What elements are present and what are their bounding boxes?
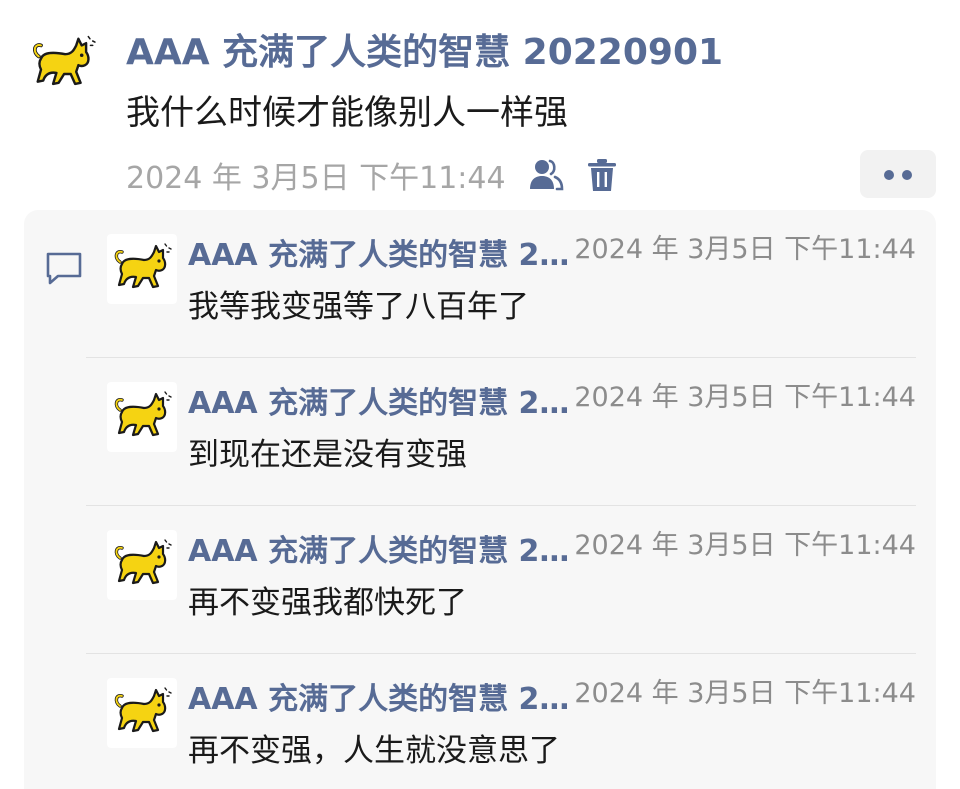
comment-item: AAA 充满了人类的智慧 20220901 2024 年 3月5日 下午11:4… — [86, 653, 916, 789]
comment-author[interactable]: AAA 充满了人类的智慧 20220901 — [188, 680, 576, 720]
more-dots-icon-second — [902, 170, 912, 180]
more-dots-icon — [884, 170, 894, 180]
yellow-cat-icon — [112, 240, 172, 296]
comment-author[interactable]: AAA 充满了人类的智慧 20220901 — [188, 236, 576, 276]
comment-text: 我等我变强等了八百年了 — [188, 289, 529, 325]
moments-post: AAA 充满了人类的智慧 20220901 我什么时候才能像别人一样强 2024… — [0, 0, 960, 789]
comment-item: AAA 充满了人类的智慧 20220901 2024 年 3月5日 下午11:4… — [86, 210, 916, 358]
comment-avatar[interactable] — [107, 382, 177, 452]
yellow-cat-icon — [112, 684, 172, 740]
comment-item: AAA 充满了人类的智慧 20220901 2024 年 3月5日 下午11:4… — [86, 357, 916, 506]
author-avatar[interactable] — [30, 32, 96, 98]
comment-timestamp: 2024 年 3月5日 下午11:44 — [574, 678, 916, 709]
comment-author[interactable]: AAA 充满了人类的智慧 20220901 — [188, 532, 576, 572]
comment-avatar[interactable] — [107, 530, 177, 600]
people-icon[interactable] — [528, 157, 564, 193]
comment-bubble-icon — [44, 248, 84, 288]
comment-timestamp: 2024 年 3月5日 下午11:44 — [574, 234, 916, 265]
post-meta: 2024 年 3月5日 下午11:44 — [126, 152, 620, 198]
comment-text: 再不变强我都快死了 — [188, 585, 467, 621]
comments-panel: AAA 充满了人类的智慧 20220901 2024 年 3月5日 下午11:4… — [24, 210, 936, 789]
comment-text: 到现在还是没有变强 — [188, 437, 467, 473]
comment-text: 再不变强，人生就没意思了 — [188, 733, 560, 769]
comment-avatar[interactable] — [107, 678, 177, 748]
trash-icon[interactable] — [584, 157, 620, 193]
comment-avatar[interactable] — [107, 234, 177, 304]
yellow-cat-icon — [112, 536, 172, 592]
comment-timestamp: 2024 年 3月5日 下午11:44 — [574, 530, 916, 561]
comment-author[interactable]: AAA 充满了人类的智慧 20220901 — [188, 384, 576, 424]
post-content: 我什么时候才能像别人一样强 — [126, 93, 568, 133]
yellow-cat-icon — [30, 32, 96, 94]
post-timestamp: 2024 年 3月5日 下午11:44 — [126, 161, 506, 196]
comment-timestamp: 2024 年 3月5日 下午11:44 — [574, 382, 916, 413]
post-author-name[interactable]: AAA 充满了人类的智慧 20220901 — [126, 30, 723, 76]
yellow-cat-icon — [112, 388, 172, 444]
comment-item: AAA 充满了人类的智慧 20220901 2024 年 3月5日 下午11:4… — [86, 505, 916, 654]
more-options-button[interactable] — [860, 150, 936, 198]
